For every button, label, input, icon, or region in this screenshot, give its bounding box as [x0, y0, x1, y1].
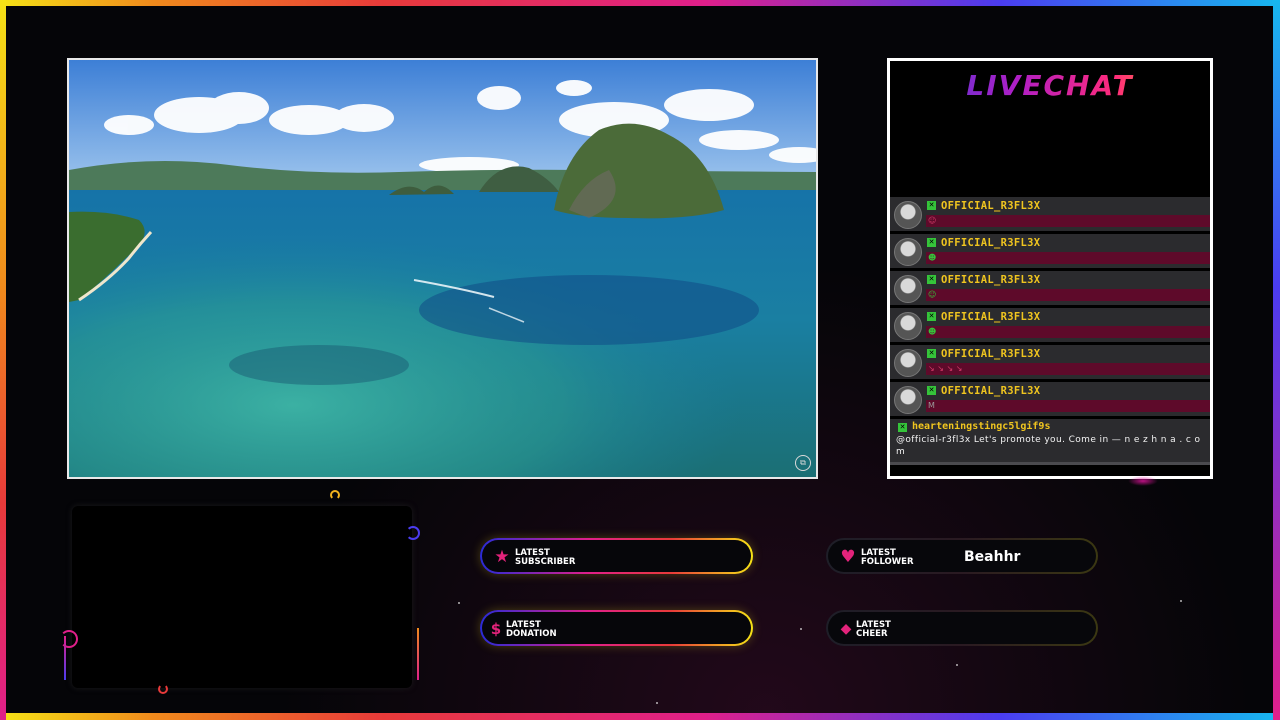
label-line: CHEER	[856, 629, 888, 639]
user-avatar	[894, 238, 922, 266]
star-icon: ★	[494, 547, 510, 567]
sparkle	[1180, 600, 1182, 602]
sparkle	[800, 628, 802, 630]
emote: ☻	[928, 327, 937, 336]
live-chat-panel: LIVECHAT ✕ OFFICIAL_R3FL3X ☺ ✕ OFFICIAL_…	[887, 58, 1213, 479]
sparkle	[656, 702, 658, 704]
chat-message: ✕ OFFICIAL_R3FL3X ☺	[890, 271, 1210, 305]
chat-message: ✕ OFFICIAL_R3FL3X M	[890, 382, 1210, 416]
latest-cheer-panel: ◆ LATEST CHEER	[826, 610, 1098, 646]
user-avatar	[894, 275, 922, 303]
chat-message: ✕ OFFICIAL_R3FL3X ↘ ↘ ↘ ↘	[890, 345, 1210, 379]
latest-donation-label: LATEST DONATION	[506, 621, 557, 639]
moderator-badge-icon: ✕	[898, 423, 907, 432]
user-avatar	[894, 201, 922, 229]
decor-ring	[60, 630, 78, 648]
latest-follower-panel: ♥ LATEST FOLLOWER Beahhr	[826, 538, 1098, 574]
frame-right-edge	[1273, 0, 1280, 720]
moderator-badge-icon: ✕	[927, 238, 936, 247]
latest-follower-label: LATEST FOLLOWER	[861, 549, 914, 567]
chat-username: OFFICIAL_R3FL3X	[941, 311, 1041, 323]
sparkle	[956, 664, 958, 666]
moderator-badge-icon: ✕	[927, 386, 936, 395]
user-avatar	[894, 312, 922, 340]
latest-donation-panel: $ LATEST DONATION	[480, 610, 753, 646]
user-avatar	[894, 386, 922, 414]
moderator-badge-icon: ✕	[927, 349, 936, 358]
user-avatar	[894, 349, 922, 377]
chat-message: ✕ OFFICIAL_R3FL3X ☻	[890, 308, 1210, 342]
decor-bar	[417, 628, 419, 680]
decor-ring	[330, 490, 340, 500]
chat-title: LIVECHAT	[890, 69, 1210, 102]
moderator-badge-icon: ✕	[927, 201, 936, 210]
capture-icon[interactable]: ⧉	[795, 455, 811, 471]
latest-subscriber-label: LATEST SUBSCRIBER	[515, 549, 575, 567]
emote: ↘ ↘ ↘ ↘	[928, 364, 963, 373]
message-body	[926, 252, 1210, 264]
moderator-badge-icon: ✕	[927, 312, 936, 321]
chat-username: OFFICIAL_R3FL3X	[941, 237, 1041, 249]
moderator-badge-icon: ✕	[927, 275, 936, 284]
decor-bar	[64, 636, 66, 680]
chat-username: OFFICIAL_R3FL3X	[941, 274, 1041, 286]
latest-cheer-label: LATEST CHEER	[856, 621, 891, 639]
chat-glow-decoration	[1128, 476, 1158, 486]
latest-follower-value: Beahhr	[964, 549, 1021, 565]
message-body	[926, 215, 1210, 227]
webcam-frame	[72, 506, 412, 688]
chat-message: ✕ OFFICIAL_R3FL3X ☻	[890, 234, 1210, 268]
message-body	[926, 400, 1210, 412]
chat-message-text: @official-r3fl3x Let's promote you. Come…	[896, 435, 1201, 457]
message-body	[926, 363, 1210, 375]
chat-username: OFFICIAL_R3FL3X	[941, 348, 1041, 360]
chat-username: hearteningstingc5lgif9s	[912, 421, 1051, 432]
frame-left-edge	[0, 0, 6, 720]
sparkle	[458, 602, 460, 604]
label-line: SUBSCRIBER	[515, 557, 576, 567]
chat-message-list[interactable]: ✕ OFFICIAL_R3FL3X ☺ ✕ OFFICIAL_R3FL3X ☻ …	[890, 197, 1210, 465]
decor-ring	[406, 526, 420, 540]
chat-username: OFFICIAL_R3FL3X	[941, 385, 1041, 397]
stream-video-panel[interactable]: ⧉	[67, 58, 818, 479]
message-body	[926, 326, 1210, 338]
latest-subscriber-panel: ★ LATEST SUBSCRIBER	[480, 538, 753, 574]
chat-message: ✕ OFFICIAL_R3FL3X ☺	[890, 197, 1210, 231]
emote: ☻	[928, 253, 937, 262]
message-body	[926, 289, 1210, 301]
chat-message: ✕ hearteningstingc5lgif9s @official-r3fl…	[890, 419, 1210, 465]
heart-icon: ♥	[840, 547, 856, 567]
decor-ring	[158, 684, 168, 694]
emote: ☺	[928, 216, 937, 225]
label-line: DONATION	[506, 629, 557, 639]
island-landscape-image	[69, 60, 816, 477]
emote: ☺	[928, 290, 937, 299]
chat-username: OFFICIAL_R3FL3X	[941, 200, 1041, 212]
dollar-icon: $	[490, 620, 502, 638]
emote: M	[928, 401, 935, 410]
label-line: FOLLOWER	[861, 557, 914, 567]
message-divider	[890, 462, 1210, 465]
diamond-icon: ◆	[840, 621, 852, 637]
